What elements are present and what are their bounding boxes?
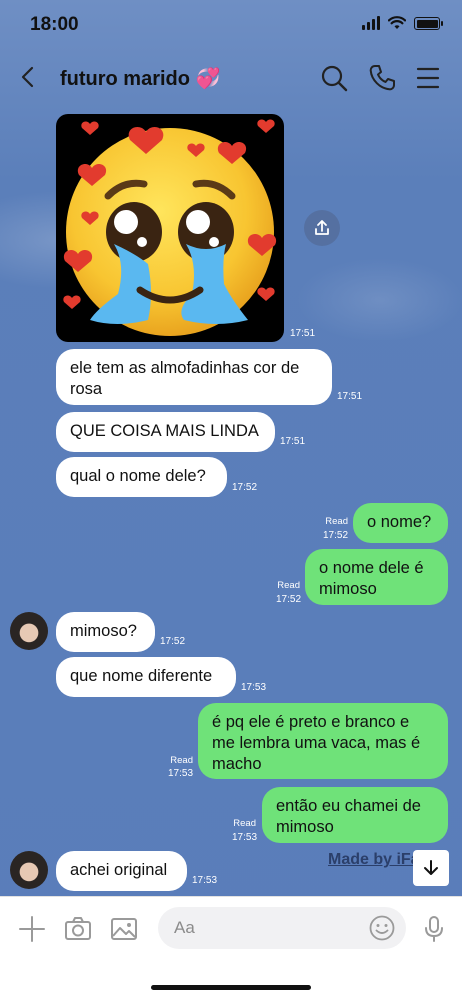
message-text: rosa [70,380,103,398]
wifi-icon [388,16,406,29]
message-bubble-outgoing[interactable]: o nome dele é mimoso [305,549,448,605]
message-bubble-incoming[interactable]: achei original [56,851,187,891]
status-bar: 18:00 [0,0,462,50]
camera-icon[interactable] [64,915,92,943]
message-bubble-incoming[interactable]: qual o nome dele? [56,457,227,497]
status-time: 18:00 [30,14,79,35]
message-input[interactable] [174,917,354,939]
message-text: qual o nome dele? [70,467,206,485]
read-receipt: Read [325,516,348,527]
read-receipt: Read [277,580,300,591]
chat-header: futuro marido 💞 [0,54,462,102]
message-text: então eu chamei de [276,797,421,815]
contact-avatar[interactable] [10,612,48,650]
message-text: me lembra uma vaca, mas é [212,734,421,752]
home-indicator [151,985,311,990]
read-receipt: Read [170,755,193,766]
phone-icon[interactable] [366,62,398,94]
share-icon [315,220,329,235]
message-bubble-outgoing[interactable]: então eu chamei de mimoso [262,787,448,843]
message-text: mimoso [319,580,377,598]
share-button[interactable] [304,210,340,246]
contact-avatar[interactable] [10,851,48,889]
message-bubble-outgoing[interactable]: é pq ele é preto e branco e me lembra um… [198,703,448,779]
image-message-pleading-face[interactable] [56,114,284,342]
scroll-to-bottom-button[interactable] [413,850,449,886]
arrow-down-icon [424,860,438,875]
message-bubble-outgoing[interactable]: o nome? [353,503,448,543]
message-bubble-incoming[interactable]: ele tem as almofadinhas cor de rosa [56,349,332,405]
message-text: mimoso [276,818,334,836]
chat-title[interactable]: futuro marido 💞 [60,66,220,91]
message-text: o nome? [367,513,432,531]
message-time: 17:53 [241,682,267,693]
menu-icon[interactable] [412,62,444,94]
message-text: é pq ele é preto e branco e [212,713,410,731]
read-receipt: Read [233,818,256,829]
message-time: 17:51 [290,328,316,339]
status-icons [362,16,443,30]
message-time: 17:52 [276,594,302,605]
message-bubble-incoming[interactable]: que nome diferente [56,657,236,697]
message-time: 17:51 [337,391,363,402]
battery-icon [414,17,443,30]
pleading-face-emoji-image [63,119,277,336]
message-bubble-incoming[interactable]: QUE COISA MAIS LINDA [56,412,275,452]
message-time: 17:53 [168,768,194,779]
message-time: 17:53 [192,875,218,886]
plus-icon[interactable] [18,915,46,943]
message-text-field[interactable] [158,907,406,949]
emoji-icon[interactable] [368,914,396,942]
message-time: 17:53 [232,832,258,843]
message-text: achei original [70,861,168,879]
message-time: 17:52 [232,482,258,493]
message-text: que nome diferente [70,667,213,685]
image-icon[interactable] [110,915,138,943]
message-text: macho [212,755,262,773]
microphone-icon[interactable] [420,915,448,943]
message-text: ele tem as almofadinhas cor de [70,359,300,377]
cellular-signal-icon [362,16,380,30]
message-time: 17:52 [323,530,349,541]
message-time: 17:51 [280,436,306,447]
chat-screen: 18:00 futuro marido 💞 17:51 ele tem as a… [0,0,462,1000]
message-text: mimoso? [70,622,137,640]
search-icon[interactable] [318,62,350,94]
message-text: o nome dele é [319,559,424,577]
message-bubble-incoming[interactable]: mimoso? [56,612,155,652]
message-text: QUE COISA MAIS LINDA [70,422,259,440]
back-chevron-icon[interactable] [14,62,44,92]
message-time: 17:52 [160,636,186,647]
